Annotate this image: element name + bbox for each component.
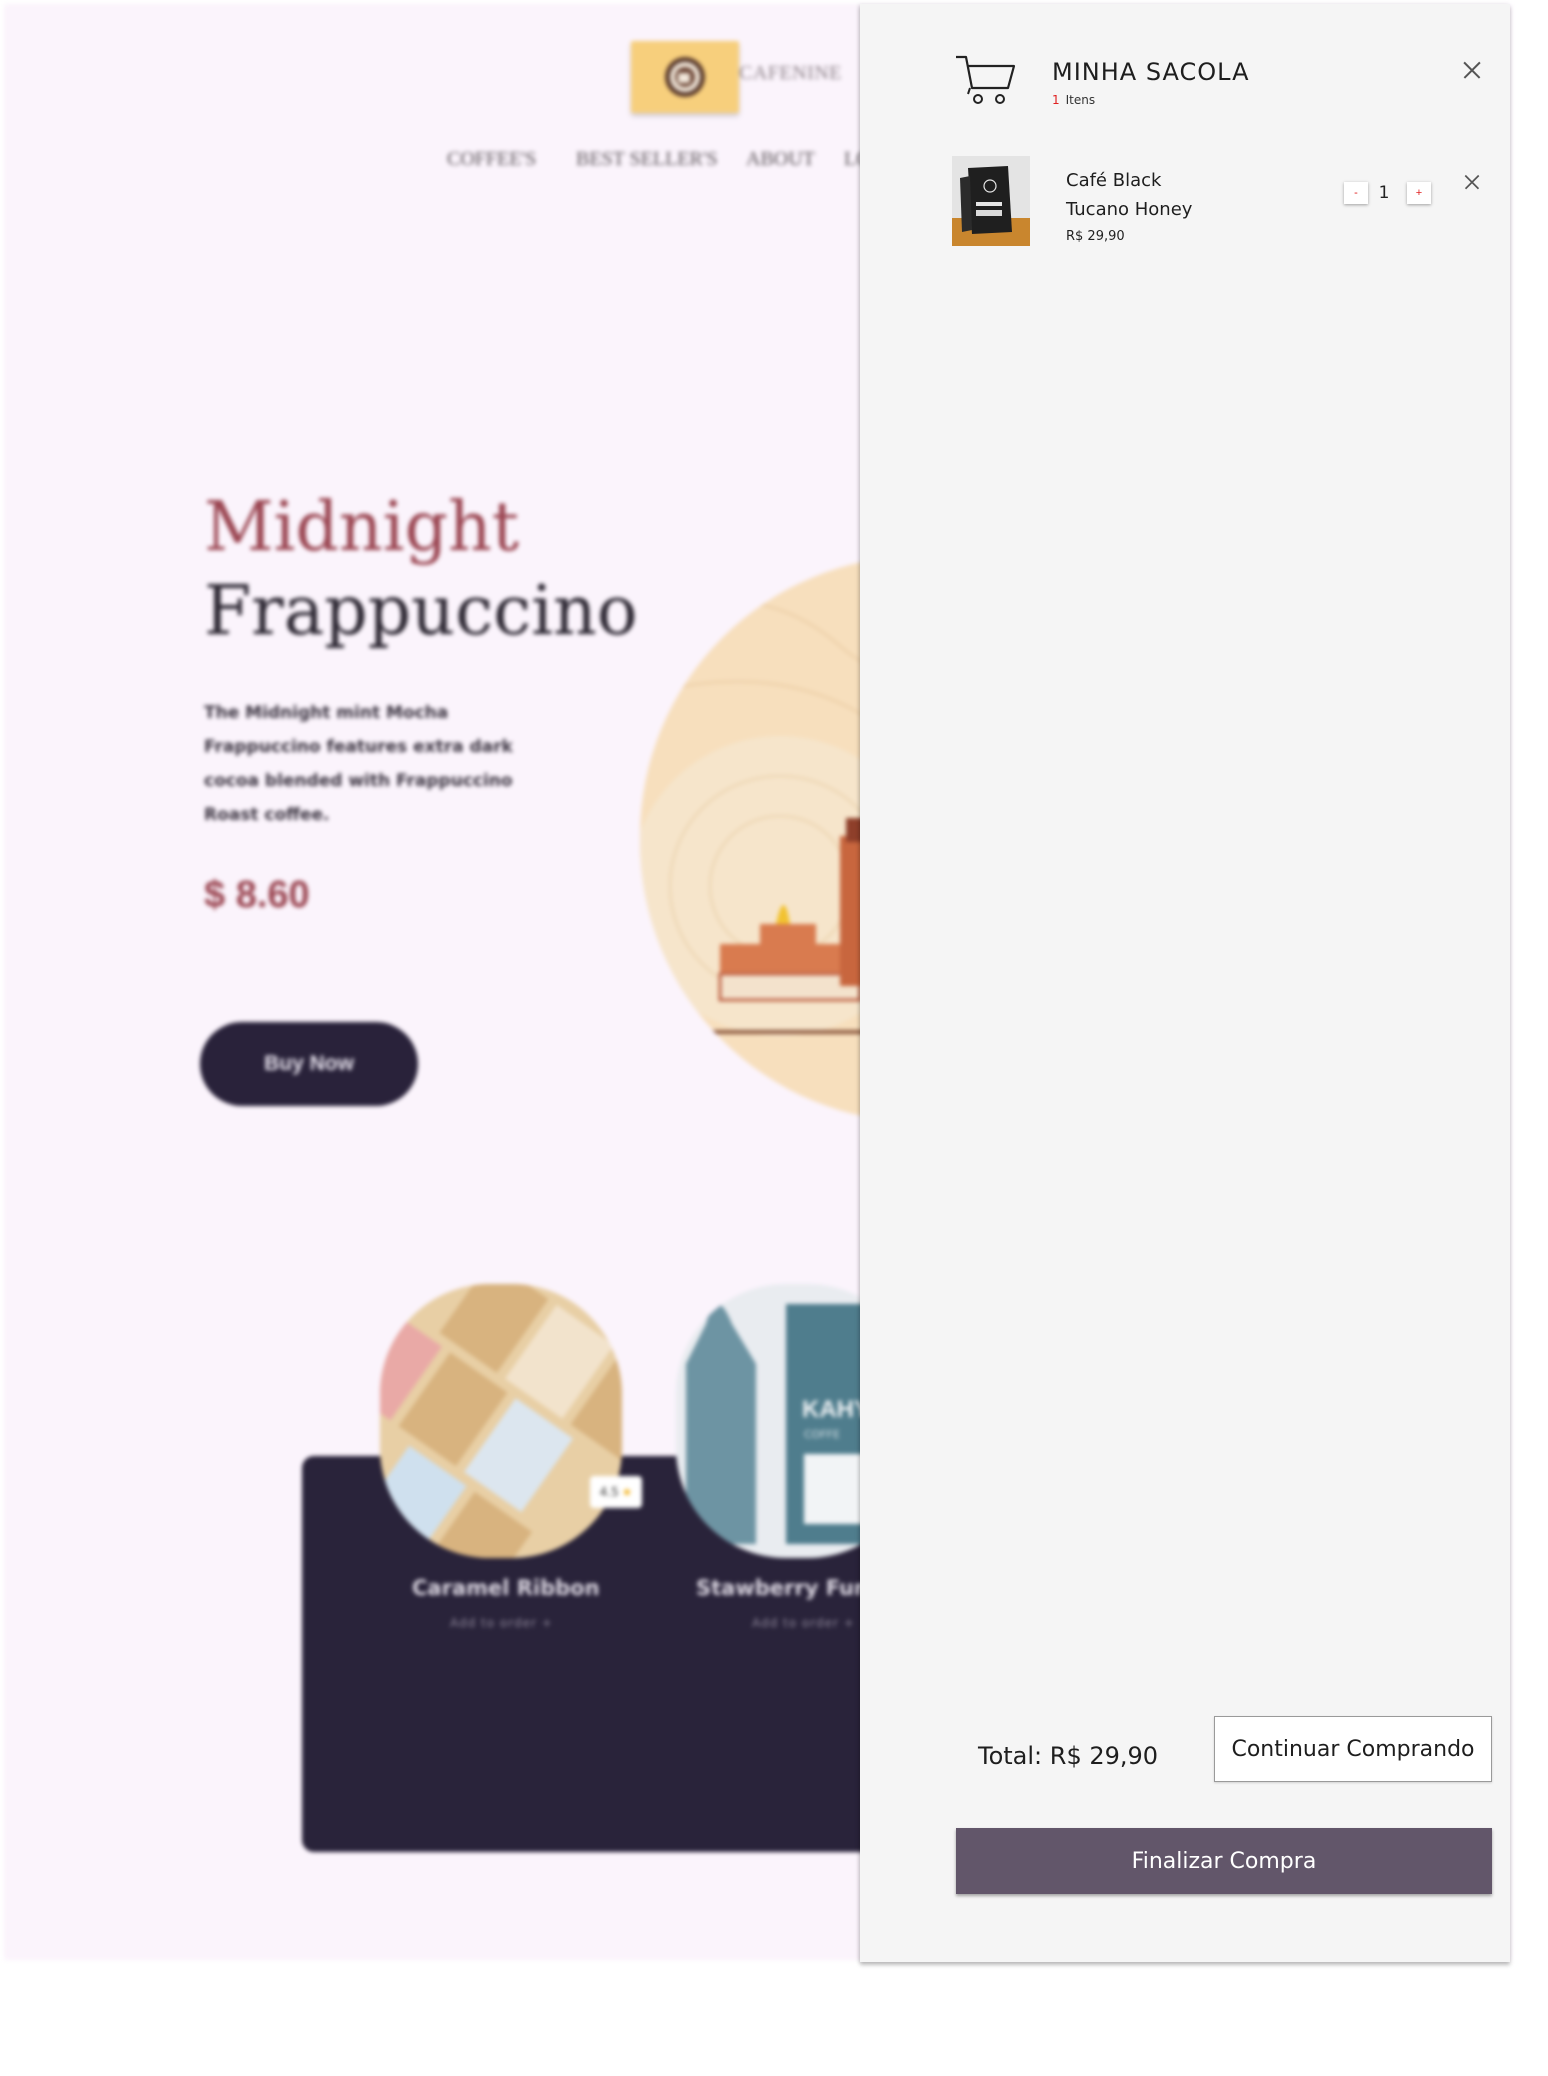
quantity-value: 1 xyxy=(1378,183,1390,203)
nav-coffees[interactable]: COFFEE'S xyxy=(447,148,536,171)
rating-value: 4.5 xyxy=(599,1485,619,1499)
continue-shopping-button[interactable]: Continuar Comprando xyxy=(1214,1716,1492,1782)
cart-item-image xyxy=(952,156,1030,246)
site-logo[interactable] xyxy=(631,41,739,113)
cart-item-name-line2: Tucano Honey xyxy=(1066,199,1193,220)
product-name-strawberry: Stawberry Funn xyxy=(696,1576,884,1600)
nav-best-sellers[interactable]: BEST SELLER'S xyxy=(576,148,718,171)
hero-description: The Midnight mint Mocha Frappuccino feat… xyxy=(204,703,513,825)
star-icon: ★ xyxy=(621,1485,633,1499)
product-brand-sub: COFFE xyxy=(804,1428,840,1441)
hero-title-line1: Midnight xyxy=(204,488,520,567)
shopping-cart-icon xyxy=(956,55,1016,104)
cart-count-number: 1 xyxy=(1052,93,1060,107)
cart-title: MINHA SACOLA xyxy=(1052,58,1250,86)
nav-about[interactable]: ABOUT xyxy=(746,148,815,171)
rating-badge: 4.5 ★ xyxy=(590,1476,642,1508)
coffee-cup-logo-icon xyxy=(665,57,705,97)
brand-name: CAFENINE xyxy=(739,62,842,84)
product-name-caramel: Caramel Ribbon xyxy=(412,1576,600,1600)
product-image-caramel-ribbon[interactable] xyxy=(380,1284,622,1558)
quantity-increase-button[interactable]: + xyxy=(1407,182,1431,204)
cart-total: Total: R$ 29,90 xyxy=(978,1742,1159,1770)
buy-now-button[interactable]: Buy Now xyxy=(200,1022,418,1106)
close-icon[interactable] xyxy=(1461,59,1483,81)
cart-drawer: MINHA SACOLA 1 Itens Café Black Tucano Ho… xyxy=(860,4,1510,1962)
cart-item-price: R$ 29,90 xyxy=(1066,229,1125,244)
add-to-order-strawberry[interactable]: Add to order + xyxy=(752,1616,855,1630)
hero-title-line2: Frappuccino xyxy=(204,572,638,651)
hero-price: $ 8.60 xyxy=(204,874,310,916)
remove-item-icon[interactable] xyxy=(1463,173,1482,192)
cart-item-count: 1 Itens xyxy=(1052,93,1095,107)
add-to-order-caramel[interactable]: Add to order + xyxy=(450,1616,553,1630)
quantity-decrease-button[interactable]: - xyxy=(1344,182,1368,204)
cart-item-name-line1: Café Black xyxy=(1066,170,1162,191)
checkout-button[interactable]: Finalizar Compra xyxy=(956,1828,1492,1894)
cart-count-label: Itens xyxy=(1065,93,1096,107)
